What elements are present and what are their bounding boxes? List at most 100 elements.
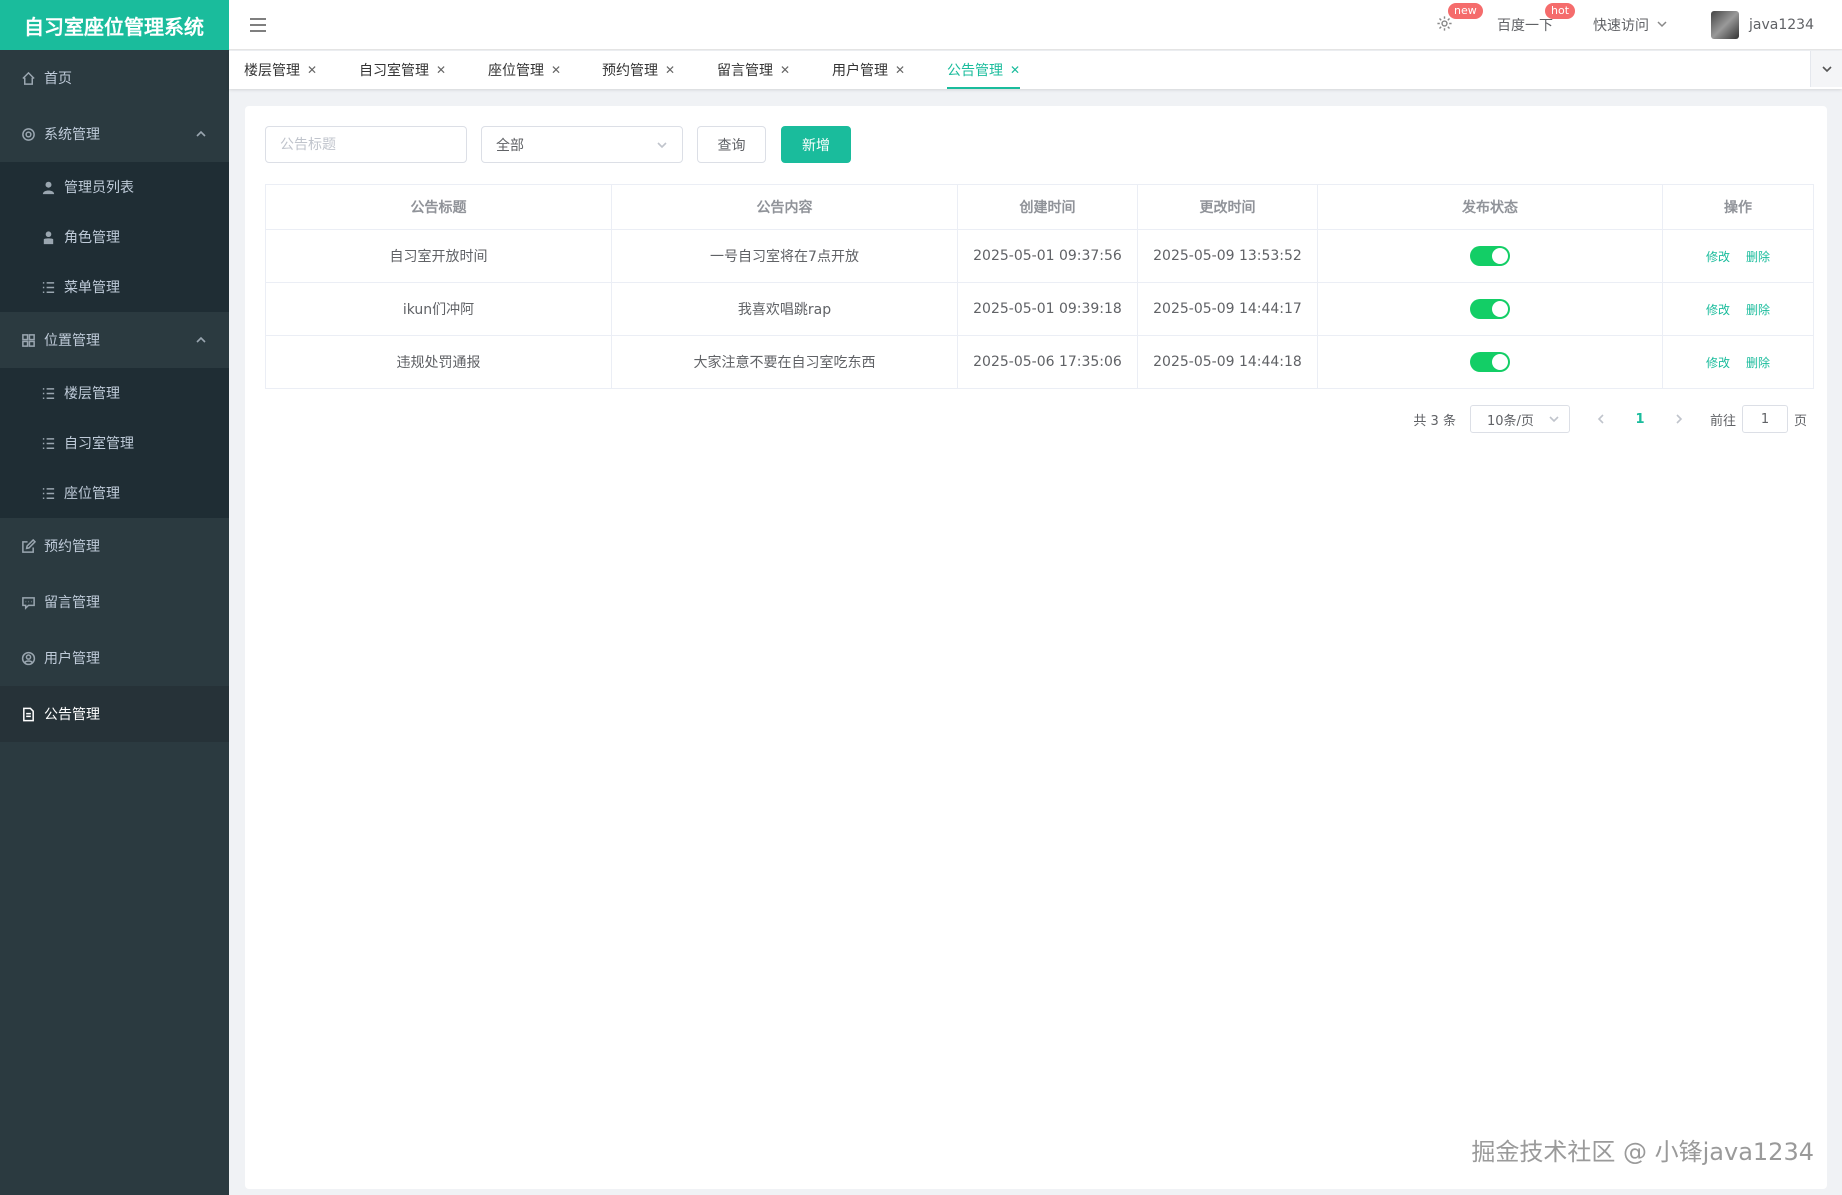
tabs-more-button[interactable] [1810, 51, 1842, 87]
cell-status [1317, 282, 1663, 336]
chevron-right-icon [1676, 414, 1683, 424]
query-button[interactable]: 查询 [697, 126, 766, 163]
sidebar-item-label: 菜单管理 [64, 280, 120, 296]
sidebar-item-label: 留言管理 [44, 595, 100, 611]
page-size-select[interactable]: 10条/页 [1469, 405, 1570, 433]
table-row: 自习室开放时间 一号自习室将在7点开放 2025-05-01 09:37:56 … [265, 229, 1814, 283]
tab-message[interactable]: 留言管理 ✕ [717, 51, 790, 89]
list-icon [40, 279, 56, 295]
column-header: 发布状态 [1317, 184, 1663, 230]
delete-button[interactable]: 删除 [1746, 356, 1770, 370]
sidebar-item-label: 用户管理 [44, 651, 100, 667]
status-select[interactable]: 全部 [481, 126, 683, 163]
chevron-down-icon [1649, 17, 1667, 33]
cell-status [1317, 335, 1663, 389]
title-search-input[interactable] [265, 126, 467, 163]
quick-access-label: 快速访问 [1593, 18, 1650, 34]
avatar [1711, 11, 1740, 39]
edit-button[interactable]: 修改 [1706, 356, 1730, 370]
publish-toggle[interactable] [1470, 246, 1510, 266]
edit-icon [20, 538, 36, 554]
total-count: 共 3 条 [1413, 413, 1456, 429]
sidebar-item-label: 座位管理 [64, 486, 120, 502]
chevron-down-icon [1821, 66, 1832, 73]
sidebar-item-label: 系统管理 [44, 127, 100, 143]
system-submenu: 管理员列表 角色管理 菜单管理 [0, 162, 229, 312]
sidebar-item-location[interactable]: 位置管理 [0, 312, 229, 368]
gear-icon [1436, 15, 1453, 36]
cell-actions: 修改 删除 [1662, 335, 1814, 389]
close-icon[interactable]: ✕ [665, 63, 675, 77]
sidebar-item-menu[interactable]: 菜单管理 [0, 262, 229, 312]
sidebar-item-label: 角色管理 [64, 230, 120, 246]
chevron-down-icon [657, 141, 667, 148]
settings-button[interactable]: new [1436, 2, 1483, 36]
delete-button[interactable]: 删除 [1746, 303, 1770, 317]
cell-content: 大家注意不要在自习室吃东西 [611, 335, 958, 389]
cell-updated: 2025-05-09 14:44:17 [1137, 282, 1318, 336]
cell-updated: 2025-05-09 13:53:52 [1137, 229, 1318, 283]
sidebar-item-label: 楼层管理 [64, 386, 120, 402]
sidebar-item-role[interactable]: 角色管理 [0, 212, 229, 262]
sidebar-item-label: 公告管理 [44, 707, 100, 723]
new-badge: new [1448, 2, 1483, 19]
tab-room[interactable]: 自习室管理 ✕ [359, 51, 446, 89]
sidebar-item-notice[interactable]: 公告管理 [0, 686, 229, 742]
add-button[interactable]: 新增 [781, 126, 851, 163]
sidebar-item-home[interactable]: 首页 [0, 50, 229, 106]
tab-notice[interactable]: 公告管理 ✕ [947, 51, 1021, 89]
cell-title: 自习室开放时间 [265, 229, 612, 283]
baidu-link[interactable]: 百度一下 hot [1497, 3, 1576, 35]
sidebar: 自习室座位管理系统 首页 系统管理 管理员列表 角色管理 菜单管理 位置管理 楼… [0, 0, 229, 1195]
close-icon[interactable]: ✕ [436, 63, 446, 77]
page-jump-input[interactable]: 1 [1741, 405, 1788, 433]
tab-user[interactable]: 用户管理 ✕ [832, 51, 905, 89]
sidebar-item-admin-list[interactable]: 管理员列表 [0, 162, 229, 212]
select-value: 全部 [496, 137, 524, 154]
tab-floor[interactable]: 楼层管理 ✕ [244, 51, 317, 89]
edit-button[interactable]: 修改 [1706, 303, 1730, 317]
sidebar-item-label: 首页 [44, 71, 72, 87]
column-header: 公告标题 [265, 184, 612, 230]
cell-updated: 2025-05-09 14:44:18 [1137, 335, 1318, 389]
tab-booking[interactable]: 预约管理 ✕ [602, 51, 675, 89]
close-icon[interactable]: ✕ [895, 63, 905, 77]
sidebar-item-message[interactable]: 留言管理 [0, 574, 229, 630]
cell-actions: 修改 删除 [1662, 282, 1814, 336]
close-icon[interactable]: ✕ [307, 63, 317, 77]
cell-created: 2025-05-06 17:35:06 [957, 335, 1138, 389]
quick-access-dropdown[interactable]: 快速访问 [1593, 15, 1667, 35]
page-number[interactable]: 1 [1616, 405, 1664, 433]
tab-seat[interactable]: 座位管理 ✕ [488, 51, 561, 89]
sidebar-item-label: 预约管理 [44, 539, 100, 555]
username: java1234 [1749, 17, 1814, 33]
sidebar-item-seat[interactable]: 座位管理 [0, 468, 229, 518]
publish-toggle[interactable] [1470, 352, 1510, 372]
tab-bar: 楼层管理 ✕ 自习室管理 ✕ 座位管理 ✕ 预约管理 ✕ 留言管理 ✕ 用户管理 ✕ 公告管… [229, 51, 1842, 89]
user-menu[interactable]: java1234 [1711, 11, 1814, 39]
menu-toggle-icon[interactable] [249, 16, 267, 34]
close-icon[interactable]: ✕ [1010, 63, 1020, 77]
sidebar-item-system[interactable]: 系统管理 [0, 106, 229, 162]
sidebar-item-label: 管理员列表 [64, 180, 134, 196]
location-submenu: 楼层管理 自习室管理 座位管理 [0, 368, 229, 518]
sidebar-item-user[interactable]: 用户管理 [0, 630, 229, 686]
publish-toggle[interactable] [1470, 299, 1510, 319]
pagination: 共 3 条 10条/页 1 前往 1 页 [1413, 404, 1807, 434]
prev-page-button[interactable] [1586, 405, 1616, 433]
sidebar-item-booking[interactable]: 预约管理 [0, 518, 229, 574]
sidebar-item-room[interactable]: 自习室管理 [0, 418, 229, 468]
tab-label: 留言管理 [717, 63, 773, 79]
user-tie-icon [40, 229, 56, 245]
close-icon[interactable]: ✕ [780, 63, 790, 77]
table-row: ikun们冲阿 我喜欢唱跳rap 2025-05-01 09:39:18 202… [265, 282, 1814, 336]
close-icon[interactable]: ✕ [551, 63, 561, 77]
chevron-left-icon [1597, 414, 1604, 424]
document-icon [20, 706, 36, 722]
chevron-up-icon [195, 334, 207, 346]
edit-button[interactable]: 修改 [1706, 250, 1730, 264]
sidebar-item-floor[interactable]: 楼层管理 [0, 368, 229, 418]
app-logo: 自习室座位管理系统 [0, 0, 229, 50]
next-page-button[interactable] [1664, 405, 1694, 433]
delete-button[interactable]: 删除 [1746, 250, 1770, 264]
